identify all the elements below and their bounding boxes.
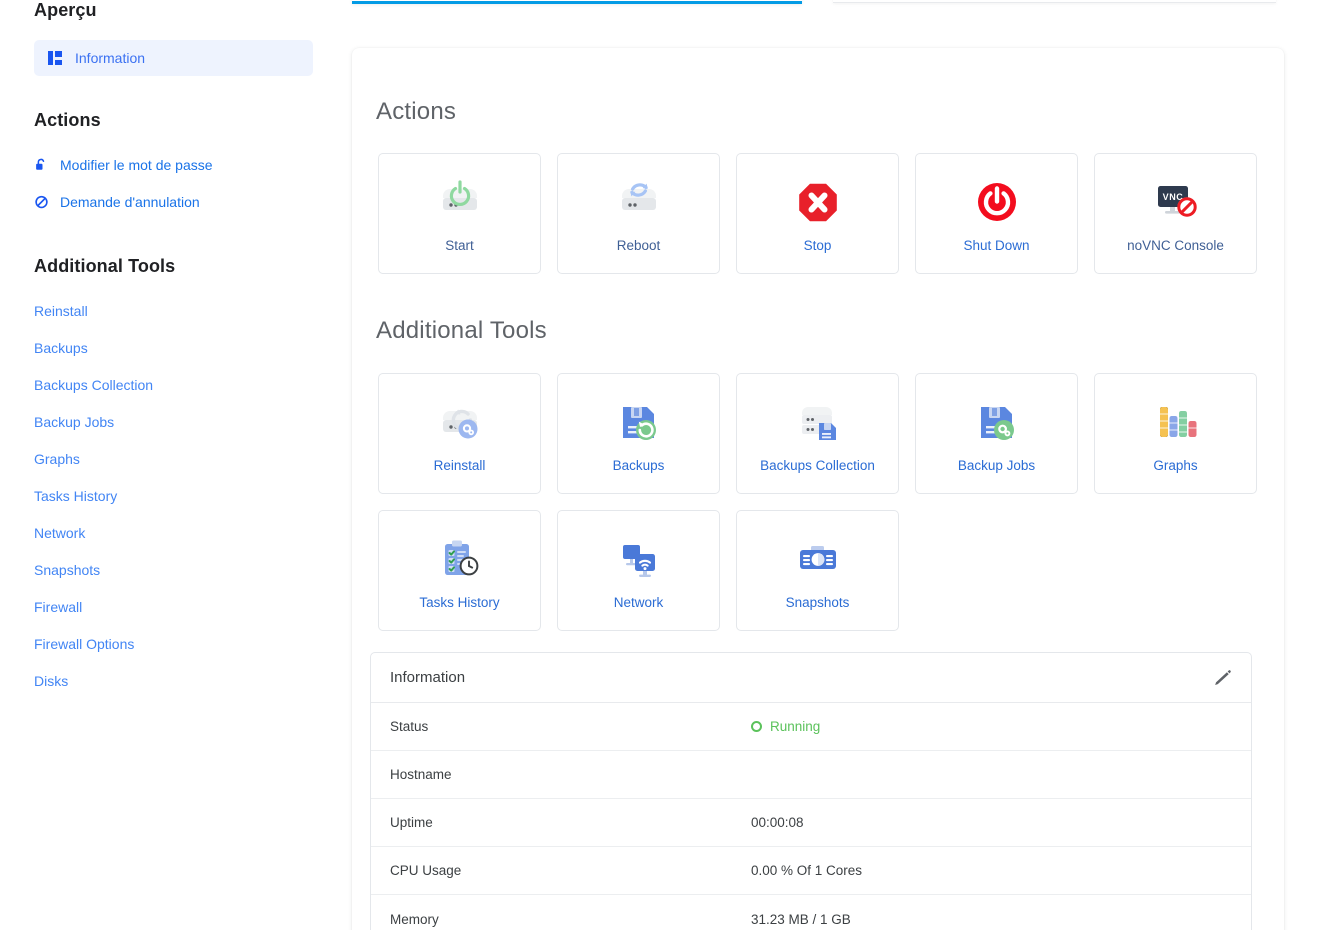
ban-icon — [34, 194, 49, 210]
page-root: Aperçu Information Actions Modifier le m… — [0, 0, 1327, 930]
sidebar-link-network[interactable]: Network — [34, 525, 85, 541]
row-value: 0.00 % Of 1 Cores — [751, 863, 862, 878]
tile-label: Stop — [804, 238, 832, 253]
server-power-icon — [434, 174, 486, 230]
sidebar-link-label: Demande d'annulation — [60, 194, 200, 210]
top-card-active[interactable] — [352, 0, 802, 4]
status-badge: Running — [770, 719, 820, 734]
tools-tile-grid-row-1: Reinstall Backups — [378, 373, 1257, 494]
sidebar-link-change-password[interactable]: Modifier le mot de passe — [34, 157, 213, 173]
information-row-cpu-usage: CPU Usage 0.00 % Of 1 Cores — [371, 847, 1251, 895]
clipboard-clock-icon — [436, 531, 484, 587]
sidebar-link-graphs[interactable]: Graphs — [34, 451, 80, 467]
sidebar-link-cancellation-request[interactable]: Demande d'annulation — [34, 194, 200, 210]
tile-backup-jobs[interactable]: Backup Jobs — [915, 373, 1078, 494]
stop-octagon-icon — [795, 174, 841, 230]
sidebar-link-firewall-options[interactable]: Firewall Options — [34, 636, 134, 652]
row-value: 00:00:08 — [751, 815, 804, 830]
row-value: 31.23 MB / 1 GB — [751, 912, 851, 927]
floppy-restore-icon — [613, 394, 665, 450]
tile-label: Reboot — [617, 238, 661, 253]
tile-label: noVNC Console — [1127, 238, 1224, 253]
row-key: Status — [371, 719, 751, 734]
information-panel: Information Status Running Hostname Upti… — [370, 652, 1252, 930]
sidebar-link-snapshots[interactable]: Snapshots — [34, 562, 100, 578]
row-key: Hostname — [371, 767, 751, 782]
top-card-secondary[interactable] — [833, 0, 1276, 3]
vnc-blocked-icon: VNC — [1150, 174, 1202, 230]
sidebar-heading-additional-tools: Additional Tools — [34, 256, 175, 277]
pencil-icon[interactable] — [1213, 668, 1233, 688]
server-reboot-icon — [613, 174, 665, 230]
tile-label: Reinstall — [434, 458, 486, 473]
camera-icon — [794, 531, 842, 587]
status-indicator-icon — [751, 721, 762, 732]
tile-label: Backups — [613, 458, 665, 473]
tile-novnc-console[interactable]: VNC noVNC Console — [1094, 153, 1257, 274]
information-panel-header: Information — [371, 653, 1251, 703]
tile-label: Backups Collection — [760, 458, 875, 473]
sidebar-heading-overview: Aperçu — [34, 0, 97, 21]
sidebar-link-reinstall[interactable]: Reinstall — [34, 303, 88, 319]
sidebar-item-label: Information — [75, 50, 145, 66]
information-row-uptime: Uptime 00:00:08 — [371, 799, 1251, 847]
tile-label: Backup Jobs — [958, 458, 1035, 473]
section-heading-actions: Actions — [376, 98, 456, 126]
dashboard-icon — [48, 51, 62, 65]
power-icon — [974, 174, 1020, 230]
information-panel-title: Information — [390, 669, 465, 686]
tile-reboot[interactable]: Reboot — [557, 153, 720, 274]
tile-backups-collection[interactable]: Backups Collection — [736, 373, 899, 494]
tile-label: Start — [445, 238, 474, 253]
bar-chart-icon — [1153, 394, 1199, 450]
row-key: CPU Usage — [371, 863, 751, 878]
tile-label: Network — [614, 595, 664, 610]
sidebar-item-information[interactable]: Information — [34, 40, 313, 76]
server-floppy-icon — [792, 394, 844, 450]
tile-label: Graphs — [1153, 458, 1197, 473]
row-key: Uptime — [371, 815, 751, 830]
sidebar-link-tasks-history[interactable]: Tasks History — [34, 488, 117, 504]
tile-snapshots[interactable]: Snapshots — [736, 510, 899, 631]
tile-reinstall[interactable]: Reinstall — [378, 373, 541, 494]
main-content-card: Actions Start — [352, 48, 1284, 930]
tile-network[interactable]: Network — [557, 510, 720, 631]
tile-tasks-history[interactable]: Tasks History — [378, 510, 541, 631]
tile-label: Shut Down — [963, 238, 1029, 253]
tile-graphs[interactable]: Graphs — [1094, 373, 1257, 494]
sidebar-heading-actions: Actions — [34, 110, 101, 131]
tile-label: Snapshots — [786, 595, 850, 610]
information-row-status: Status Running — [371, 703, 1251, 751]
sidebar-link-firewall[interactable]: Firewall — [34, 599, 82, 615]
section-heading-additional-tools: Additional Tools — [376, 317, 547, 345]
network-wifi-icon — [615, 531, 663, 587]
actions-tile-grid: Start Reboot — [378, 153, 1257, 274]
tile-start[interactable]: Start — [378, 153, 541, 274]
sidebar-link-backup-jobs[interactable]: Backup Jobs — [34, 414, 114, 430]
row-value: Running — [751, 719, 820, 734]
floppy-gear-icon — [971, 394, 1023, 450]
sidebar-link-backups-collection[interactable]: Backups Collection — [34, 377, 153, 393]
tools-tile-grid-row-2: Tasks History — [378, 510, 899, 631]
tile-shut-down[interactable]: Shut Down — [915, 153, 1078, 274]
tile-label: Tasks History — [419, 595, 499, 610]
information-row-memory: Memory 31.23 MB / 1 GB — [371, 895, 1251, 930]
information-row-hostname: Hostname — [371, 751, 1251, 799]
sidebar-link-label: Modifier le mot de passe — [60, 157, 213, 173]
server-reinstall-icon — [434, 394, 486, 450]
sidebar: Aperçu Information Actions Modifier le m… — [0, 0, 340, 930]
unlock-icon — [34, 157, 49, 173]
sidebar-link-disks[interactable]: Disks — [34, 673, 68, 689]
row-key: Memory — [371, 912, 751, 927]
sidebar-link-backups[interactable]: Backups — [34, 340, 88, 356]
tile-stop[interactable]: Stop — [736, 153, 899, 274]
tile-backups[interactable]: Backups — [557, 373, 720, 494]
